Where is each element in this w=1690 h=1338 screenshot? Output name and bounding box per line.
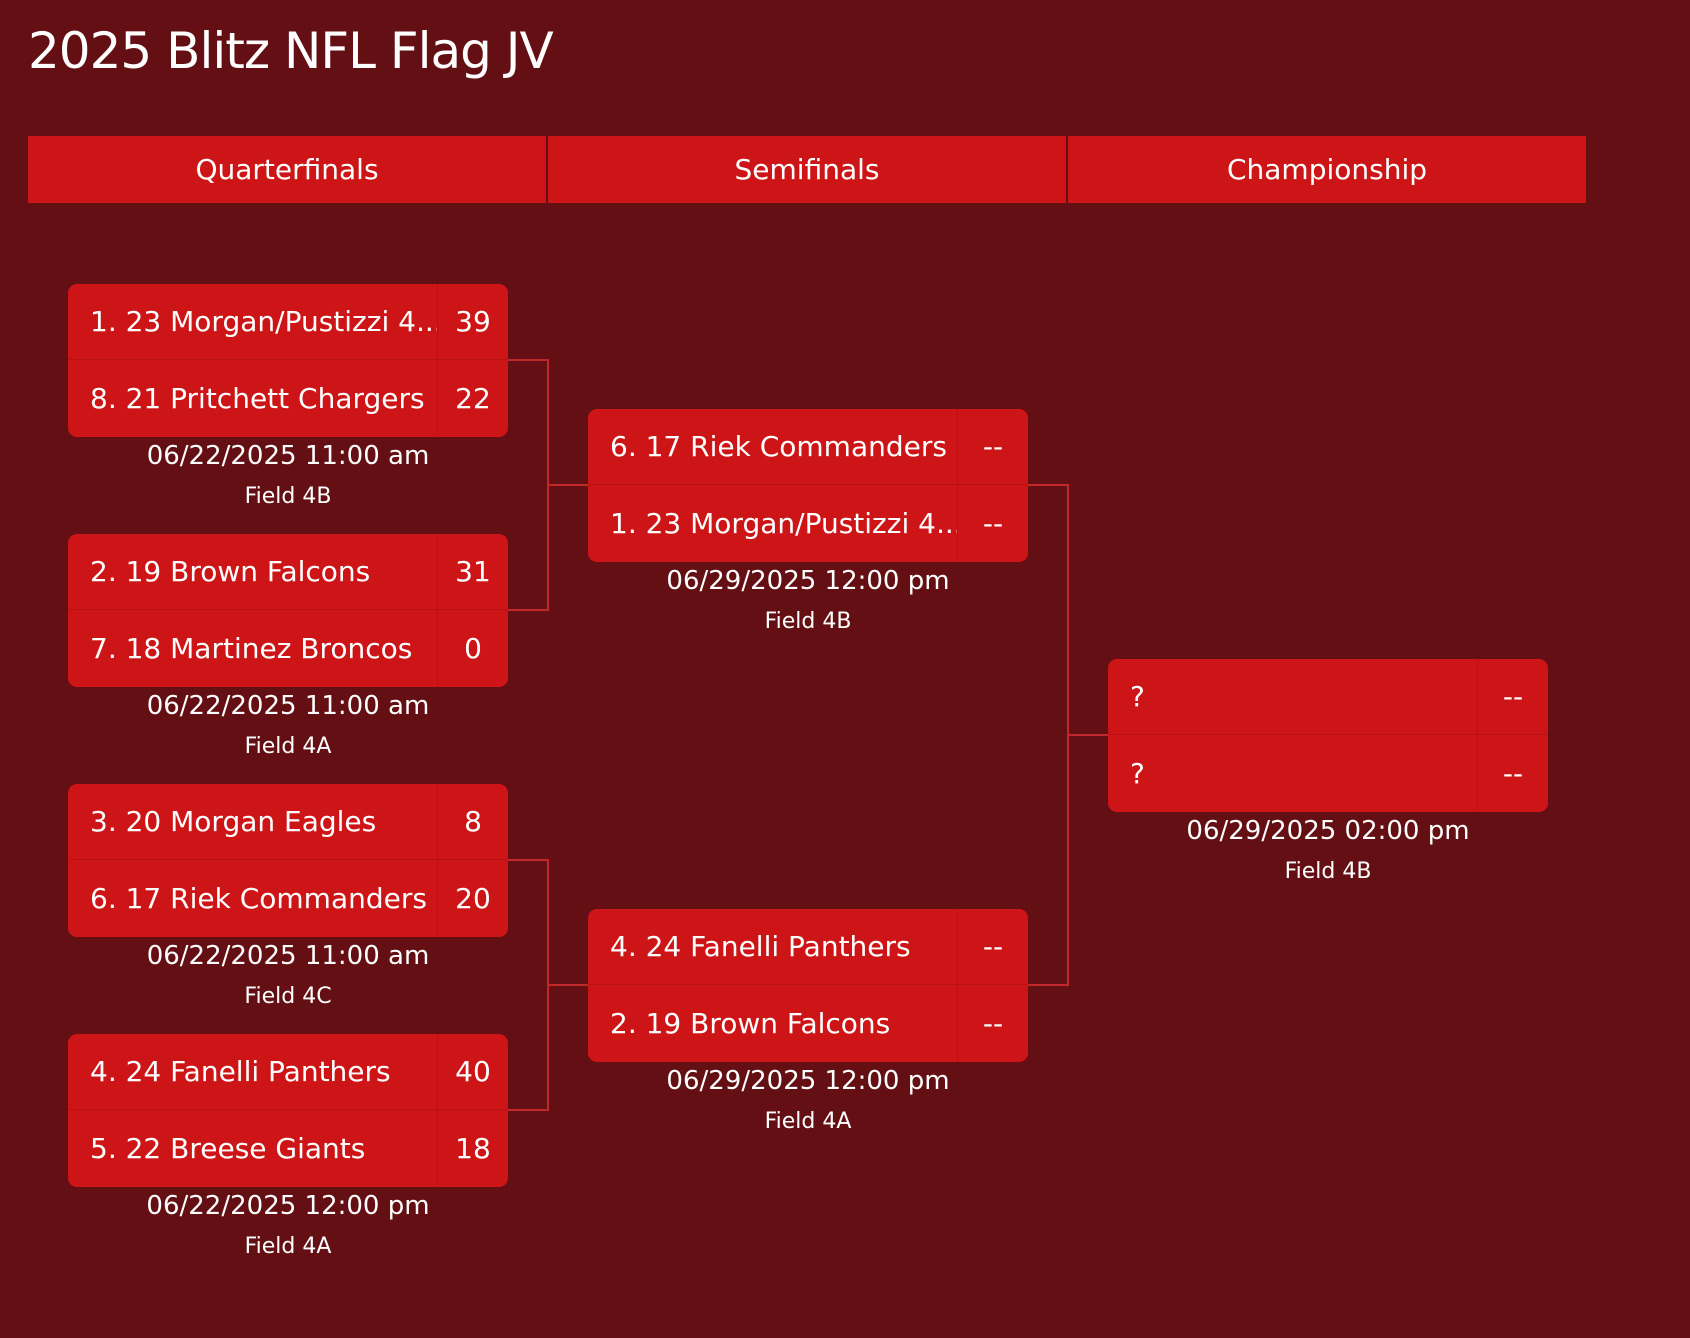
match-field: Field 4A <box>764 1109 852 1134</box>
team-name: 1. 23 Morgan/Pustizzi 4... <box>68 284 438 359</box>
match-row[interactable]: 4. 24 Fanelli Panthers 40 <box>68 1034 508 1110</box>
match-quarterfinal-1[interactable]: 1. 23 Morgan/Pustizzi 4... 39 8. 21 Prit… <box>68 284 508 437</box>
match-date: 06/29/2025 12:00 pm <box>666 1066 950 1096</box>
match-date: 06/22/2025 12:00 pm <box>146 1191 430 1221</box>
team-name: 5. 22 Breese Giants <box>68 1110 438 1186</box>
match-info: 06/22/2025 11:00 am Field 4C <box>68 940 508 1012</box>
team-score: -- <box>982 430 1004 463</box>
team-score: -- <box>982 1006 1004 1040</box>
match-field: Field 4B <box>244 484 332 509</box>
team-score: 0 <box>464 631 482 665</box>
team-score: -- <box>982 506 1004 540</box>
match-row[interactable]: 1. 23 Morgan/Pustizzi 4... 39 <box>68 284 508 360</box>
match-quarterfinal-3[interactable]: 3. 20 Morgan Eagles 8 6. 17 Riek Command… <box>68 784 508 937</box>
match-row[interactable]: 1. 23 Morgan/Pustizzi 4... -- <box>588 485 1028 561</box>
team-name: 1. 23 Morgan/Pustizzi 4... <box>588 485 958 561</box>
team-name: 7. 18 Martinez Broncos <box>68 610 438 686</box>
match-row[interactable]: 5. 22 Breese Giants 18 <box>68 1110 508 1186</box>
match-semifinal-1[interactable]: 6. 17 Riek Commanders -- 1. 23 Morgan/Pu… <box>588 409 1028 562</box>
team-name: ? <box>1108 735 1478 811</box>
match-semifinal-2[interactable]: 4. 24 Fanelli Panthers -- 2. 19 Brown Fa… <box>588 909 1028 1062</box>
team-score: 20 <box>455 881 491 915</box>
match-info: 06/29/2025 12:00 pm Field 4A <box>588 1065 1028 1137</box>
match-date: 06/22/2025 11:00 am <box>146 441 430 471</box>
connector-sf1-sf2 <box>1028 484 1069 986</box>
match-row[interactable]: 3. 20 Morgan Eagles 8 <box>68 784 508 860</box>
match-field: Field 4A <box>244 734 332 759</box>
match-info: 06/29/2025 12:00 pm Field 4B <box>588 565 1028 637</box>
team-score: 8 <box>464 805 482 838</box>
team-score: 39 <box>455 305 491 338</box>
match-row[interactable]: ? -- <box>1108 659 1548 735</box>
team-score: -- <box>982 930 1004 963</box>
match-championship[interactable]: ? -- ? -- <box>1108 659 1548 812</box>
match-row[interactable]: 2. 19 Brown Falcons 31 <box>68 534 508 610</box>
team-score: -- <box>1502 680 1524 713</box>
match-field: Field 4B <box>1284 859 1372 884</box>
connector-qf3-qf4 <box>508 859 549 1111</box>
team-score: 40 <box>455 1055 491 1088</box>
team-name: 6. 17 Riek Commanders <box>68 860 438 936</box>
team-name: 2. 19 Brown Falcons <box>68 534 438 609</box>
match-date: 06/22/2025 11:00 am <box>146 941 430 971</box>
team-name: 4. 24 Fanelli Panthers <box>588 909 958 984</box>
match-date: 06/29/2025 02:00 pm <box>1186 816 1470 846</box>
team-name: 4. 24 Fanelli Panthers <box>68 1034 438 1109</box>
team-name: 8. 21 Pritchett Chargers <box>68 360 438 436</box>
team-score: 18 <box>455 1131 491 1165</box>
team-score: 22 <box>455 381 491 415</box>
match-info: 06/22/2025 11:00 am Field 4B <box>68 440 508 512</box>
team-name: 3. 20 Morgan Eagles <box>68 784 438 859</box>
team-name: 2. 19 Brown Falcons <box>588 985 958 1061</box>
match-row[interactable]: ? -- <box>1108 735 1548 811</box>
match-field: Field 4C <box>244 984 332 1009</box>
match-row[interactable]: 7. 18 Martinez Broncos 0 <box>68 610 508 686</box>
match-row[interactable]: 8. 21 Pritchett Chargers 22 <box>68 360 508 436</box>
match-row[interactable]: 6. 17 Riek Commanders 20 <box>68 860 508 936</box>
match-row[interactable]: 2. 19 Brown Falcons -- <box>588 985 1028 1061</box>
team-score: -- <box>1502 756 1524 790</box>
team-score: 31 <box>455 555 491 588</box>
match-row[interactable]: 6. 17 Riek Commanders -- <box>588 409 1028 485</box>
match-field: Field 4B <box>764 609 852 634</box>
match-info: 06/29/2025 02:00 pm Field 4B <box>1108 815 1548 887</box>
match-info: 06/22/2025 11:00 am Field 4A <box>68 690 508 762</box>
match-field: Field 4A <box>244 1234 332 1259</box>
connector-qf1-qf2 <box>508 359 549 611</box>
team-name: 6. 17 Riek Commanders <box>588 409 958 484</box>
match-quarterfinal-2[interactable]: 2. 19 Brown Falcons 31 7. 18 Martinez Br… <box>68 534 508 687</box>
team-name: ? <box>1108 659 1478 734</box>
match-quarterfinal-4[interactable]: 4. 24 Fanelli Panthers 40 5. 22 Breese G… <box>68 1034 508 1187</box>
match-info: 06/22/2025 12:00 pm Field 4A <box>68 1190 508 1262</box>
match-date: 06/29/2025 12:00 pm <box>666 566 950 596</box>
match-row[interactable]: 4. 24 Fanelli Panthers -- <box>588 909 1028 985</box>
match-date: 06/22/2025 11:00 am <box>146 691 430 721</box>
